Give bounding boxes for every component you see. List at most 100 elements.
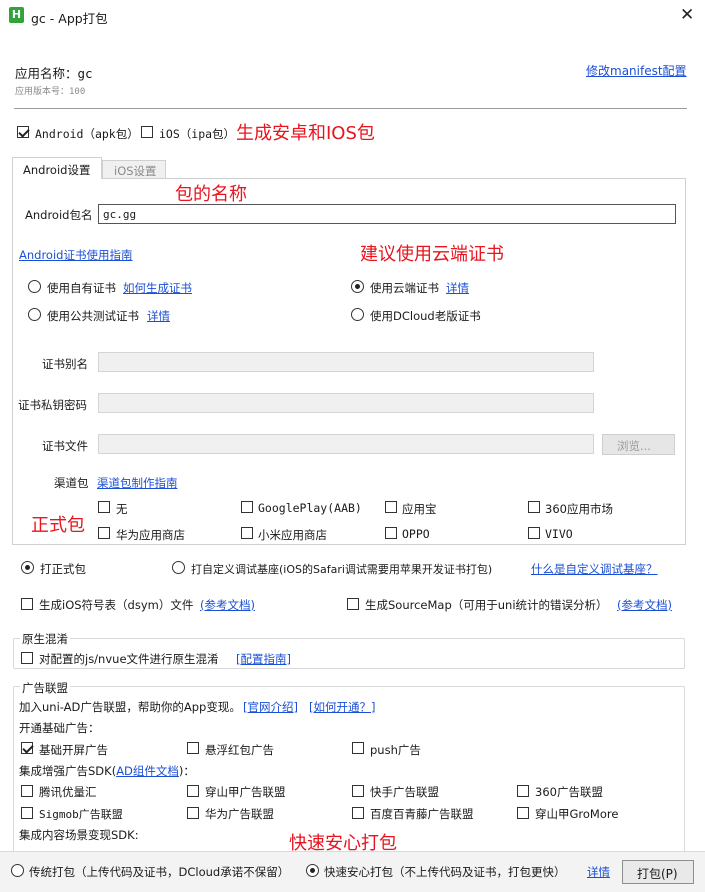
sdk-label-huawei: 华为广告联盟 [205,807,274,821]
channel-checkbox-yingyongbao[interactable] [385,501,397,513]
channel-checkbox-360[interactable] [528,501,540,513]
sdk-title-prefix: 集成增强广告SDK( [19,764,117,778]
channel-checkbox-oppo[interactable] [385,527,397,539]
build-button[interactable]: 打包(P) [622,860,694,884]
channel-checkbox-xiaomi[interactable] [241,527,253,539]
ads-how-link[interactable]: [如何开通？] [309,699,375,715]
sdk-checkbox-gromore[interactable] [517,807,529,819]
cert-file-label: 证书文件 [42,439,88,453]
basic-ads-title: 开通基础广告： [19,721,100,735]
ads-title: 广告联盟 [20,680,70,696]
android-label: Android（apk包） [35,127,139,141]
sdk-label-pangle: 穿山甲广告联盟 [205,785,286,799]
public-cert-radio[interactable] [28,308,41,321]
dsym-doc-link[interactable]: (参考文档) [200,597,255,613]
sdk-title: 集成增强广告SDK(AD组件文档)： [19,763,195,779]
sdk-doc-link[interactable]: AD组件文档 [116,764,179,778]
channel-label-yingyongbao: 应用宝 [402,502,437,516]
ios-checkbox[interactable] [141,126,153,138]
basic-redpacket-checkbox[interactable] [187,742,199,754]
footer-detail-link[interactable]: 详情 [587,864,610,880]
own-cert-link[interactable]: 如何生成证书 [123,280,192,296]
tab-ios[interactable]: iOS设置 [102,160,166,179]
channel-checkbox-vivo[interactable] [528,527,540,539]
channel-label-vivo: VIVO [545,527,573,541]
dcloud-cert-radio[interactable] [351,308,364,321]
browse-button[interactable]: 浏览... [602,434,675,455]
sdk-checkbox-360[interactable] [517,785,529,797]
package-input[interactable]: gc.gg [98,204,676,224]
cert-guide-link[interactable]: Android证书使用指南 [19,247,132,263]
tab-android[interactable]: Android设置 [12,157,102,179]
ads-intro-link[interactable]: [官网介绍] [243,699,298,715]
own-cert-label: 使用自有证书 [47,281,116,295]
basic-splash-checkbox[interactable] [21,742,33,754]
channel-label-none: 无 [116,502,128,516]
obfuscation-label: 对配置的js/nvue文件进行原生混淆 [39,652,219,666]
sourcemap-label: 生成SourceMap（可用于uni统计的错误分析） [365,598,608,612]
app-version: 应用版本号：100 [15,87,86,97]
traditional-build-radio[interactable] [11,864,24,877]
obfuscation-checkbox[interactable] [21,652,33,664]
basic-redpacket-label: 悬浮红包广告 [205,743,274,757]
browse-label: 浏览... [617,439,651,453]
channel-annotation: 正式包 [31,515,85,536]
window-title: gc - App打包 [31,11,108,26]
ads-intro: 加入uni-AD广告联盟，帮助你的App变现。 [19,700,241,714]
close-icon[interactable]: ✕ [680,5,694,25]
formal-build-radio[interactable] [21,561,34,574]
tab-android-label: Android设置 [23,163,91,177]
cert-alias-label: 证书别名 [42,357,88,371]
obfuscation-guide-link[interactable]: [配置指南] [236,651,291,667]
sdk-label-baidu: 百度百青藤广告联盟 [370,807,474,821]
sdk-checkbox-sigmob[interactable] [21,807,33,819]
cert-file-input[interactable] [98,434,594,454]
sdk-label-tencent: 腾讯优量汇 [39,785,97,799]
channel-label: 渠道包 [54,476,89,490]
title-bar: H gc - App打包 ✕ [0,0,705,32]
sdk-checkbox-baidu[interactable] [352,807,364,819]
traditional-build-label: 传统打包（上传代码及证书，DCloud承诺不保留） [29,865,290,879]
sdk-label-kuaishou: 快手广告联盟 [370,785,439,799]
channel-checkbox-googleplay[interactable] [241,501,253,513]
cert-password-input[interactable] [98,393,594,413]
divider [14,108,687,109]
sdk-checkbox-pangle[interactable] [187,785,199,797]
cloud-cert-radio[interactable] [351,280,364,293]
custom-base-radio[interactable] [172,561,185,574]
obfuscation-title: 原生混淆 [20,631,70,647]
channel-checkbox-huawei[interactable] [98,527,110,539]
sdk-checkbox-kuaishou[interactable] [352,785,364,797]
package-value: gc.gg [103,208,137,221]
basic-push-checkbox[interactable] [352,742,364,754]
cert-alias-input[interactable] [98,352,594,372]
tab-ios-label: iOS设置 [114,164,157,178]
sdk-checkbox-huawei[interactable] [187,807,199,819]
build-button-label: 打包(P) [637,867,678,881]
footer-bar: 传统打包（上传代码及证书，DCloud承诺不保留） 快速安心打包（不上传代码及证… [0,851,705,892]
public-cert-label: 使用公共测试证书 [47,309,139,323]
channel-label-huawei: 华为应用商店 [116,528,185,542]
channel-guide-link[interactable]: 渠道包制作指南 [97,475,178,491]
sourcemap-checkbox[interactable] [347,598,359,610]
cert-annotation: 建议使用云端证书 [360,244,504,265]
basic-splash-label: 基础开屏广告 [39,743,108,757]
sdk-checkbox-tencent[interactable] [21,785,33,797]
cloud-cert-link[interactable]: 详情 [446,280,469,296]
public-cert-link[interactable]: 详情 [147,308,170,324]
app-name: 应用名称：gc [15,66,93,81]
fast-build-radio[interactable] [306,864,319,877]
custom-base-link[interactable]: 什么是自定义调试基座？ [531,561,658,577]
app-logo-icon: H [9,7,24,23]
channel-label-360: 360应用市场 [545,502,613,516]
dsym-label: 生成iOS符号表（dsym）文件 [39,598,194,612]
sdk-label-sigmob: Sigmob广告联盟 [39,808,123,821]
channel-checkbox-none[interactable] [98,501,110,513]
dsym-checkbox[interactable] [21,598,33,610]
channel-label-googleplay: GooglePlay(AAB) [258,501,362,515]
own-cert-radio[interactable] [28,280,41,293]
sourcemap-doc-link[interactable]: (参考文档) [617,597,672,613]
android-checkbox[interactable] [17,126,29,138]
cert-password-label: 证书私钥密码 [18,398,87,412]
manifest-link[interactable]: 修改manifest配置 [586,62,687,79]
